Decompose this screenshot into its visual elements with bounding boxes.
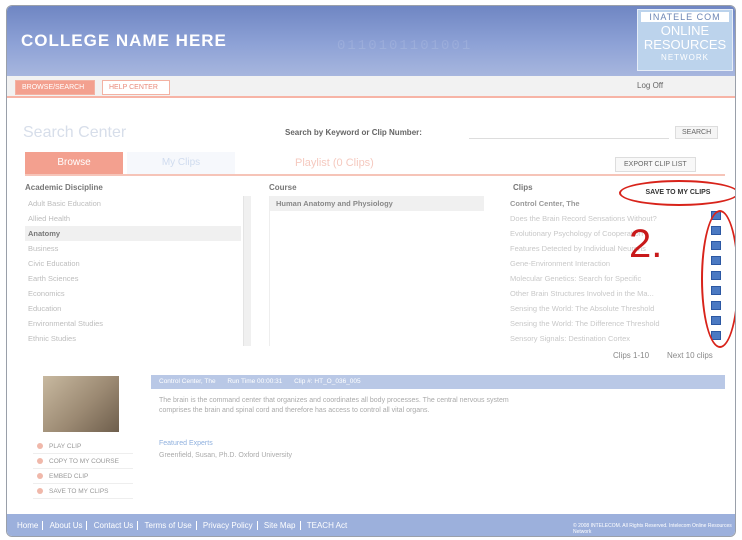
list-item[interactable]: Other Brain Structures Involved in the M…: [507, 286, 699, 301]
copy-to-course-button[interactable]: COPY TO MY COURSE: [33, 454, 133, 469]
nav-tab-help-center[interactable]: HELP CENTER: [102, 80, 170, 95]
discipline-list: Adult Basic Education Allied Health Anat…: [25, 196, 241, 346]
list-item[interactable]: Evolutionary Psychology of Cooperation: [507, 226, 699, 241]
copy-icon: [37, 458, 43, 464]
course-column-header: Course: [269, 183, 297, 192]
list-item[interactable]: Business: [25, 241, 241, 256]
site-header: 0110101101001 COLLEGE NAME HERE INATELE …: [7, 6, 735, 76]
list-item[interactable]: Education: [25, 301, 241, 316]
clips-column-header: Clips: [513, 183, 533, 192]
list-item[interactable]: Sensing the World: The Absolute Threshol…: [507, 301, 699, 316]
logo-mid-text-2: RESOURCES: [643, 37, 727, 52]
logo-bottom-text: NETWORK: [661, 53, 709, 62]
expert-name: Greenfield, Susan, Ph.D. Oxford Universi…: [159, 452, 293, 459]
play-clip-button[interactable]: PLAY CLIP: [33, 439, 133, 454]
list-item[interactable]: Adult Basic Education: [25, 196, 241, 211]
list-item[interactable]: Sensory Signals: Destination Cortex: [507, 331, 699, 346]
copyright-text: © 2008 INTELECOM. All Rights Reserved. I…: [573, 523, 732, 535]
clip-thumbnail[interactable]: [43, 376, 119, 432]
page-title: Search Center: [23, 124, 127, 141]
list-item[interactable]: Allied Health: [25, 211, 241, 226]
clip-info-bar: Control Center, The Run Time 00:00:31 Cl…: [151, 375, 725, 389]
discipline-scrollbar[interactable]: [243, 196, 251, 346]
highlight-oval-save: [619, 180, 735, 206]
list-item[interactable]: Earth Sciences: [25, 271, 241, 286]
clip-description: The brain is the command center that org…: [159, 397, 509, 414]
discipline-column-header: Academic Discipline: [25, 183, 103, 192]
next-clips-link[interactable]: Next 10 clips: [667, 351, 713, 360]
clip-actions: PLAY CLIP COPY TO MY COURSE EMBED CLIP S…: [33, 439, 133, 499]
course-list: Human Anatomy and Physiology: [269, 196, 484, 346]
featured-experts-link[interactable]: Featured Experts: [159, 440, 213, 447]
footer-link-teach-act[interactable]: TEACH Act: [303, 521, 351, 530]
footer-link-home[interactable]: Home: [13, 521, 44, 530]
logo-mid-text-1: ONLINE: [660, 23, 710, 38]
nav-bar: BROWSE/SEARCH HELP CENTER Log Off: [7, 76, 735, 98]
list-item[interactable]: Civic Education: [25, 256, 241, 271]
clip-id: Clip #: HT_O_036_005: [294, 378, 361, 385]
search-label: Search by Keyword or Clip Number:: [285, 128, 422, 137]
logoff-link[interactable]: Log Off: [637, 81, 663, 90]
footer-link-contact[interactable]: Contact Us: [89, 521, 139, 530]
footer-links: Home About Us Contact Us Terms of Use Pr…: [13, 521, 351, 530]
footer-link-terms[interactable]: Terms of Use: [140, 521, 197, 530]
list-item[interactable]: Ethnic Studies: [25, 331, 241, 346]
list-item[interactable]: Molecular Genetics: Search for Specific: [507, 271, 699, 286]
save-icon: [37, 488, 43, 494]
clips-list: Control Center, The Does the Brain Recor…: [507, 196, 699, 346]
header-decoration: 0110101101001: [337, 38, 473, 54]
pager-range: Clips 1-10: [613, 351, 650, 360]
footer-link-about[interactable]: About Us: [45, 521, 88, 530]
save-to-my-clips-action[interactable]: SAVE TO MY CLIPS: [33, 484, 133, 499]
play-icon: [37, 443, 43, 449]
search-input[interactable]: [469, 125, 669, 139]
footer-link-privacy[interactable]: Privacy Policy: [198, 521, 258, 530]
app-window: 0110101101001 COLLEGE NAME HERE INATELE …: [6, 5, 736, 537]
embed-clip-button[interactable]: EMBED CLIP: [33, 469, 133, 484]
footer-link-sitemap[interactable]: Site Map: [259, 521, 301, 530]
embed-icon: [37, 473, 43, 479]
list-item[interactable]: Does the Brain Record Sensations Without…: [507, 211, 699, 226]
list-item[interactable]: Human Anatomy and Physiology: [270, 196, 484, 211]
tab-playlist[interactable]: Playlist (0 Clips): [285, 152, 384, 174]
logo-top-text: INATELE COM: [641, 12, 729, 22]
list-item[interactable]: Gene-Environment Interaction: [507, 256, 699, 271]
list-item[interactable]: Anatomy: [25, 226, 241, 241]
nav-tab-browse-search[interactable]: BROWSE/SEARCH: [15, 80, 95, 95]
highlight-oval-icons: [701, 210, 735, 348]
clip-run-time: Run Time 00:00:31: [227, 378, 283, 385]
college-name: COLLEGE NAME HERE: [21, 31, 227, 50]
list-item[interactable]: Economics: [25, 286, 241, 301]
tab-my-clips[interactable]: My Clips: [127, 152, 235, 174]
list-item[interactable]: Features Detected by Individual Neurons: [507, 241, 699, 256]
tab-browse[interactable]: Browse: [25, 152, 123, 174]
annotation-step-number: 2.: [629, 222, 663, 266]
site-footer: Home About Us Contact Us Terms of Use Pr…: [7, 514, 735, 536]
list-item[interactable]: Sensing the World: The Difference Thresh…: [507, 316, 699, 331]
clip-title: Control Center, The: [159, 378, 216, 385]
list-item[interactable]: Environmental Studies: [25, 316, 241, 331]
export-clip-list-button[interactable]: EXPORT CLIP LIST: [615, 157, 696, 172]
network-logo[interactable]: INATELE COM ONLINE RESOURCES NETWORK: [637, 9, 733, 71]
search-button[interactable]: SEARCH: [675, 126, 719, 139]
